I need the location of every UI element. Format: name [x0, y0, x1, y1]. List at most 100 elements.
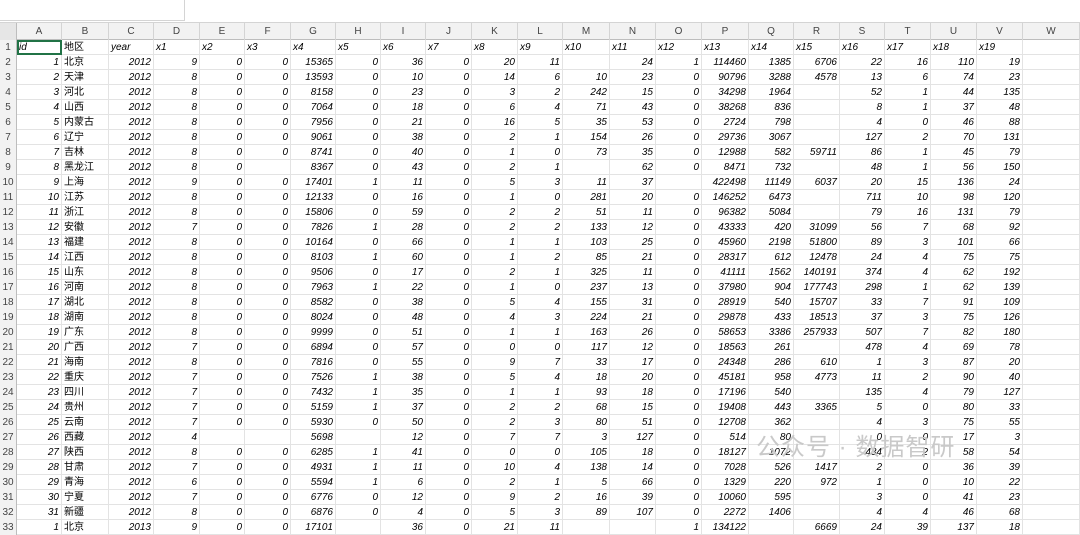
cell[interactable]: 0 — [245, 115, 291, 130]
header-cell[interactable]: id — [17, 40, 62, 55]
cell[interactable]: 1 — [840, 355, 885, 370]
cell[interactable]: 6 — [472, 100, 518, 115]
cell[interactable]: 89 — [840, 235, 885, 250]
cell[interactable]: 10060 — [702, 490, 749, 505]
cell[interactable]: 23 — [977, 70, 1023, 85]
cell[interactable]: 0 — [200, 220, 245, 235]
cell[interactable]: 7 — [154, 400, 200, 415]
cell[interactable]: 12133 — [291, 190, 336, 205]
header-cell[interactable]: x12 — [656, 40, 702, 55]
cell[interactable]: 37 — [381, 400, 426, 415]
cell[interactable]: 0 — [245, 175, 291, 190]
cell[interactable]: 8 — [154, 130, 200, 145]
cell[interactable]: 5084 — [749, 205, 794, 220]
cell[interactable]: 31099 — [794, 220, 840, 235]
cell[interactable]: 154 — [563, 130, 610, 145]
cell[interactable]: 7 — [154, 385, 200, 400]
cell[interactable]: 9 — [154, 175, 200, 190]
header-cell[interactable]: year — [109, 40, 154, 55]
cell[interactable]: 3 — [885, 355, 931, 370]
cell[interactable]: 126 — [977, 310, 1023, 325]
cell[interactable]: 0 — [336, 235, 381, 250]
cell[interactable] — [1023, 385, 1080, 400]
cell[interactable]: 4 — [472, 310, 518, 325]
cell[interactable]: 8 — [154, 310, 200, 325]
cell[interactable]: 5698 — [291, 430, 336, 445]
cell[interactable]: 2 — [472, 130, 518, 145]
cell[interactable]: 0 — [426, 490, 472, 505]
cell[interactable] — [794, 340, 840, 355]
cell[interactable]: 0 — [245, 145, 291, 160]
row-number[interactable]: 16 — [0, 265, 17, 280]
column-header-q[interactable]: Q — [749, 23, 794, 40]
row-number[interactable]: 10 — [0, 175, 17, 190]
cell[interactable]: 41 — [931, 490, 977, 505]
cell[interactable]: 2012 — [109, 505, 154, 520]
cell[interactable]: 150 — [977, 160, 1023, 175]
cell[interactable]: 15365 — [291, 55, 336, 70]
cell[interactable]: 11 — [563, 175, 610, 190]
cell[interactable]: 2012 — [109, 160, 154, 175]
cell[interactable]: 0 — [518, 445, 563, 460]
cell[interactable]: 59 — [381, 205, 426, 220]
cell[interactable]: 0 — [426, 190, 472, 205]
cell[interactable]: 0 — [336, 310, 381, 325]
cell[interactable]: 广东 — [62, 325, 109, 340]
cell[interactable]: 51 — [381, 325, 426, 340]
cell[interactable]: 0 — [656, 100, 702, 115]
cell[interactable]: 59711 — [794, 145, 840, 160]
cell[interactable]: 0 — [656, 280, 702, 295]
column-header-j[interactable]: J — [426, 23, 472, 40]
cell[interactable]: 4 — [17, 100, 62, 115]
cell[interactable]: 2 — [472, 205, 518, 220]
row-number[interactable]: 31 — [0, 490, 17, 505]
column-header-h[interactable]: H — [336, 23, 381, 40]
cell[interactable]: 12 — [381, 490, 426, 505]
cell[interactable]: 0 — [200, 460, 245, 475]
header-cell[interactable]: x1 — [154, 40, 200, 55]
cell[interactable]: 20 — [977, 355, 1023, 370]
cell[interactable]: 8471 — [702, 160, 749, 175]
cell[interactable] — [1023, 100, 1080, 115]
cell[interactable]: 29736 — [702, 130, 749, 145]
cell[interactable]: 0 — [200, 145, 245, 160]
cell[interactable]: 0 — [656, 370, 702, 385]
cell[interactable]: 4 — [381, 505, 426, 520]
cell[interactable]: 2012 — [109, 220, 154, 235]
cell[interactable]: 0 — [245, 490, 291, 505]
cell[interactable]: 16 — [563, 490, 610, 505]
cell[interactable]: 39 — [977, 460, 1023, 475]
cell[interactable] — [1023, 355, 1080, 370]
cell[interactable]: 38 — [381, 130, 426, 145]
cell[interactable]: 0 — [656, 430, 702, 445]
column-header-r[interactable]: R — [794, 23, 840, 40]
cell[interactable]: 5930 — [291, 415, 336, 430]
select-all-corner[interactable] — [0, 23, 17, 40]
cell[interactable]: 2012 — [109, 475, 154, 490]
cell[interactable]: 0 — [245, 190, 291, 205]
cell[interactable]: 0 — [200, 445, 245, 460]
cell[interactable] — [794, 505, 840, 520]
cell[interactable]: 24 — [977, 175, 1023, 190]
cell[interactable]: 44 — [931, 85, 977, 100]
cell[interactable]: 138 — [563, 460, 610, 475]
cell[interactable]: 17 — [381, 265, 426, 280]
cell[interactable]: 0 — [656, 220, 702, 235]
cell[interactable]: 41111 — [702, 265, 749, 280]
cell[interactable]: 2 — [518, 250, 563, 265]
cell[interactable]: 66 — [610, 475, 656, 490]
row-number[interactable]: 30 — [0, 475, 17, 490]
cell[interactable]: 62 — [610, 160, 656, 175]
row-number[interactable]: 27 — [0, 430, 17, 445]
cell[interactable]: 23 — [381, 85, 426, 100]
cell[interactable]: 1 — [885, 100, 931, 115]
cell[interactable]: 17101 — [291, 520, 336, 535]
cell[interactable]: 0 — [245, 400, 291, 415]
cell[interactable]: 1 — [336, 175, 381, 190]
cell[interactable]: 0 — [245, 55, 291, 70]
cell[interactable]: 79 — [840, 205, 885, 220]
column-header-n[interactable]: N — [610, 23, 656, 40]
cell[interactable]: 5159 — [291, 400, 336, 415]
cell[interactable]: 74 — [931, 70, 977, 85]
cell[interactable]: 0 — [200, 55, 245, 70]
